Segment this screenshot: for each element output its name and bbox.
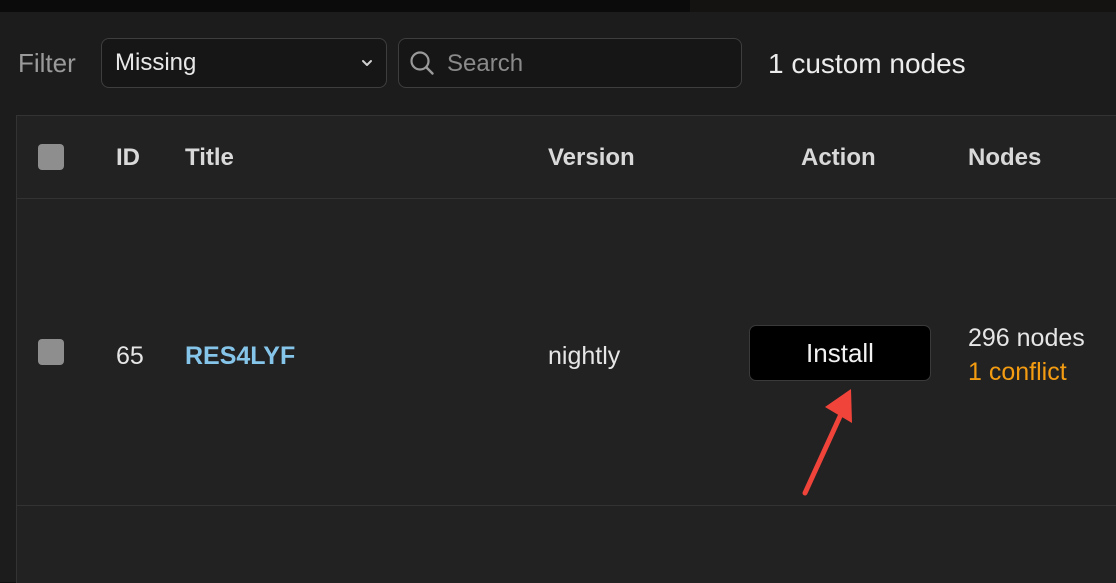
table-row: 65 RES4LYF nightly Install 296 nodes 1 c… [17, 199, 1116, 506]
chevron-down-icon [362, 60, 372, 66]
row-title-link[interactable]: RES4LYF [185, 342, 295, 371]
custom-nodes-panel: Filter Missing 1 custom nodes ID Title V… [0, 12, 1116, 583]
column-header-id: ID [116, 144, 140, 171]
search-box[interactable] [398, 38, 742, 88]
top-strip-segment [690, 0, 1116, 12]
filter-select-value: Missing [115, 49, 197, 76]
row-version: nightly [548, 342, 621, 370]
table-header: ID Title Version Action Nodes [17, 116, 1116, 199]
column-header-version: Version [548, 144, 635, 171]
top-strip [0, 0, 1116, 12]
custom-nodes-count: 1 custom nodes [768, 48, 966, 79]
custom-nodes-table: ID Title Version Action Nodes 65 RES4LYF… [16, 115, 1116, 583]
row-conflict-link[interactable]: 1 conflict [968, 358, 1067, 387]
filter-label: Filter [18, 48, 76, 78]
search-icon [410, 51, 434, 75]
search-input[interactable] [445, 47, 729, 81]
filter-select[interactable]: Missing [101, 38, 387, 88]
column-header-nodes: Nodes [968, 144, 1042, 171]
row-checkbox[interactable] [38, 339, 64, 365]
install-button[interactable]: Install [749, 325, 931, 381]
column-header-action: Action [801, 144, 876, 171]
select-all-checkbox[interactable] [38, 144, 64, 170]
column-header-title: Title [185, 144, 234, 171]
row-id: 65 [116, 342, 144, 370]
row-nodes-count: 296 nodes [968, 324, 1085, 352]
